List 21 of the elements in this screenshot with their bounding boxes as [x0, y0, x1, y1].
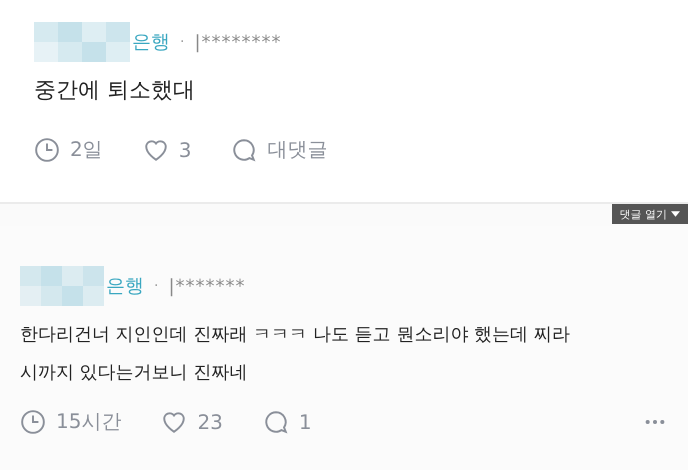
open-comments-button[interactable]: 댓글 열기 — [612, 204, 688, 224]
masked-id: |******* — [168, 276, 246, 296]
comment-text: 중간에 퇴소했대 — [34, 77, 196, 105]
more-icon[interactable] — [644, 418, 666, 426]
author-name: 은행 — [132, 30, 170, 55]
masked-id: |******** — [194, 32, 282, 52]
clock-icon — [34, 136, 60, 162]
author-name: 은행 — [106, 274, 144, 299]
clock-icon — [20, 408, 46, 434]
speech-bubble-icon[interactable] — [231, 136, 258, 162]
like-count: 3 — [178, 138, 192, 162]
comment-text: 한다리건너 지인인데 진짜래 ㅋㅋㅋ 나도 듣고 뭔소리야 했는데 찌라시까지 있다는거보니 진짜네 — [20, 323, 571, 385]
timestamp: 2일 — [70, 136, 103, 163]
timestamp: 15시간 — [56, 408, 122, 435]
separator-dot: · — [180, 34, 184, 50]
reply-label[interactable]: 1 — [298, 410, 312, 434]
reply-label[interactable]: 대댓글 — [267, 136, 328, 163]
like-count: 23 — [197, 410, 223, 434]
separator-dot: · — [154, 278, 158, 294]
caret-icon — [671, 211, 680, 217]
speech-bubble-icon[interactable] — [262, 408, 289, 434]
